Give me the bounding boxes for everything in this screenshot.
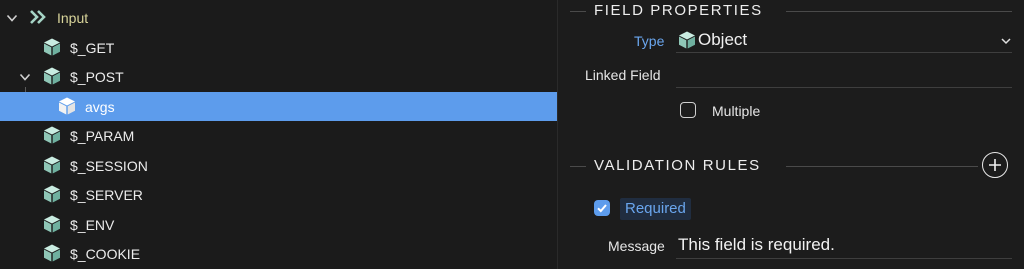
required-label[interactable]: Required <box>620 198 691 220</box>
message-input[interactable]: This field is required. <box>678 235 835 255</box>
cube-icon <box>42 243 62 263</box>
section-rule <box>786 166 978 167</box>
cube-icon <box>42 155 62 175</box>
cube-icon <box>57 96 77 116</box>
multiple-checkbox[interactable] <box>680 102 696 118</box>
tree-item-cookie[interactable]: $_COOKIE <box>0 239 557 268</box>
tree-item-avgs[interactable]: avgs <box>0 92 557 121</box>
tree-item-label: $_PARAM <box>70 127 135 144</box>
section-rule <box>786 11 1012 12</box>
chevron-down-icon[interactable] <box>6 12 18 24</box>
linked-field-input[interactable] <box>676 61 1012 88</box>
cube-icon <box>677 30 697 50</box>
cube-icon <box>42 214 62 234</box>
tree-item-label: $_GET <box>70 39 115 56</box>
data-source-tree: Input $_GET $_POST avgs $_PARAM $_SESSIO… <box>0 0 557 269</box>
required-checkbox[interactable] <box>594 200 610 216</box>
tree-item-param[interactable]: $_PARAM <box>0 121 557 150</box>
app-window: Input $_GET $_POST avgs $_PARAM $_SESSIO… <box>0 0 1024 269</box>
double-chevron-right-icon <box>29 9 49 25</box>
validation-rules-title: VALIDATION RULES <box>594 157 761 174</box>
tree-item-label: $_ENV <box>70 216 115 233</box>
message-underline <box>676 258 1012 259</box>
tree-item-server[interactable]: $_SERVER <box>0 180 557 209</box>
tree-item-label: $_SESSION <box>70 157 148 174</box>
type-select[interactable]: Object <box>676 28 1012 53</box>
tree-item-label: $_POST <box>70 68 124 85</box>
tree-item-post[interactable]: $_POST <box>0 62 557 91</box>
plus-icon <box>989 159 1001 171</box>
checkmark-icon <box>597 204 607 213</box>
tree-item-label: $_SERVER <box>70 186 143 203</box>
cube-icon <box>42 184 62 204</box>
type-label: Type <box>634 33 665 49</box>
type-select-value: Object <box>698 30 748 49</box>
add-rule-button[interactable] <box>982 152 1008 178</box>
field-properties-title: FIELD PROPERTIES <box>594 2 763 19</box>
tree-item-label: Input <box>57 9 89 26</box>
tree-item-input[interactable]: Input <box>0 3 557 32</box>
section-rule <box>570 166 586 167</box>
chevron-down-icon <box>1000 34 1012 46</box>
cube-icon <box>42 37 62 57</box>
linked-field-label: Linked Field <box>585 67 661 83</box>
multiple-label: Multiple <box>712 103 761 119</box>
tree-item-env[interactable]: $_ENV <box>0 210 557 239</box>
cube-icon <box>42 125 62 145</box>
cube-icon <box>42 66 62 86</box>
section-rule <box>570 11 586 12</box>
tree-item-session[interactable]: $_SESSION <box>0 151 557 180</box>
tree-item-get[interactable]: $_GET <box>0 33 557 62</box>
tree-item-label: avgs <box>85 98 115 115</box>
properties-panel: FIELD PROPERTIES Type Object Linked Fiel… <box>558 0 1024 269</box>
chevron-down-icon[interactable] <box>19 71 31 83</box>
tree-item-label: $_COOKIE <box>70 245 141 262</box>
message-label: Message <box>608 238 665 254</box>
